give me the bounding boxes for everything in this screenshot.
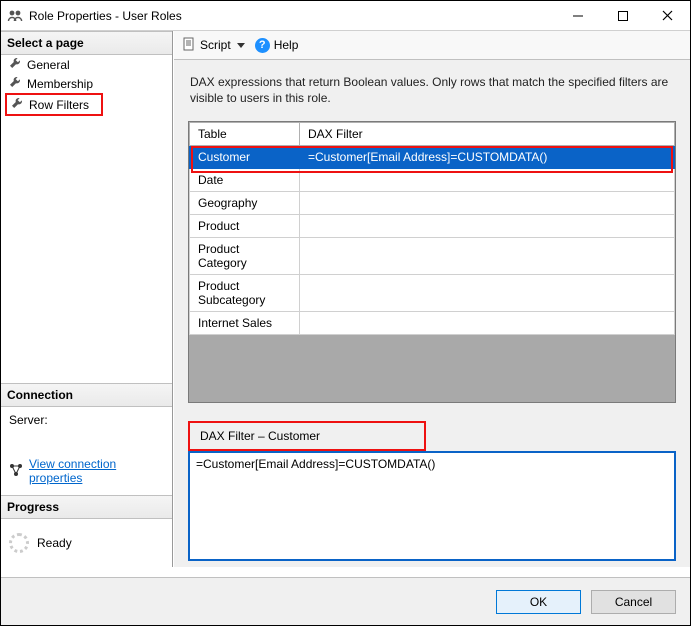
nav-membership[interactable]: Membership: [1, 74, 172, 93]
table-row[interactable]: Product Category: [190, 237, 675, 274]
cell-filter[interactable]: =Customer[Email Address]=CUSTOMDATA(): [300, 145, 675, 168]
dialog-footer: OK Cancel: [1, 577, 690, 625]
filter-label: DAX Filter – Customer: [200, 429, 320, 443]
cancel-label: Cancel: [615, 595, 652, 609]
help-label: Help: [274, 38, 299, 52]
cell-filter[interactable]: [300, 274, 675, 311]
help-icon: ?: [255, 38, 270, 53]
window-title: Role Properties - User Roles: [29, 9, 182, 23]
wrench-icon: [9, 76, 21, 91]
connection-icon: [9, 463, 23, 480]
description-text: DAX expressions that return Boolean valu…: [174, 60, 690, 114]
filter-expression-text: =Customer[Email Address]=CUSTOMDATA(): [196, 457, 435, 471]
filter-expression-input[interactable]: =Customer[Email Address]=CUSTOMDATA(): [188, 451, 676, 561]
filters-table-container: Table DAX Filter Customer=Customer[Email…: [188, 121, 676, 403]
cell-filter[interactable]: [300, 237, 675, 274]
cell-filter[interactable]: [300, 191, 675, 214]
filters-table[interactable]: Table DAX Filter Customer=Customer[Email…: [189, 122, 675, 335]
wrench-icon: [9, 57, 21, 72]
cell-table[interactable]: Date: [190, 168, 300, 191]
cancel-button[interactable]: Cancel: [591, 590, 676, 614]
wrench-icon: [11, 97, 23, 112]
close-button[interactable]: [645, 1, 690, 30]
cell-table[interactable]: Geography: [190, 191, 300, 214]
select-page-header: Select a page: [1, 31, 172, 55]
titlebar: Role Properties - User Roles: [1, 1, 690, 31]
nav-row-filters-highlight: Row Filters: [5, 93, 103, 116]
users-icon: [7, 8, 23, 24]
content-panel: Script ? Help DAX expressions that retur…: [173, 31, 690, 567]
nav-row-filters[interactable]: Row Filters: [7, 95, 97, 114]
view-connection-properties-link[interactable]: View connection properties: [9, 457, 164, 485]
table-row[interactable]: Product Subcategory: [190, 274, 675, 311]
progress-status: Ready: [37, 536, 72, 550]
cell-filter[interactable]: [300, 214, 675, 237]
nav-label: General: [27, 58, 70, 72]
nav-label: Row Filters: [29, 98, 89, 112]
cell-table[interactable]: Product: [190, 214, 300, 237]
connection-header: Connection: [1, 383, 172, 407]
help-button[interactable]: ? Help: [255, 38, 299, 53]
script-icon: [182, 37, 196, 54]
nav-general[interactable]: General: [1, 55, 172, 74]
cell-table[interactable]: Product Category: [190, 237, 300, 274]
sidebar: Select a page General Membership Row Fil…: [1, 31, 173, 567]
table-row[interactable]: Product: [190, 214, 675, 237]
table-row[interactable]: Date: [190, 168, 675, 191]
window-controls: [555, 1, 690, 30]
col-filter[interactable]: DAX Filter: [300, 122, 675, 145]
table-row[interactable]: Internet Sales: [190, 311, 675, 334]
toolbar: Script ? Help: [174, 31, 690, 60]
ok-button[interactable]: OK: [496, 590, 581, 614]
nav-label: Membership: [27, 77, 93, 91]
filter-label-highlight: DAX Filter – Customer: [188, 421, 426, 451]
cell-table[interactable]: Customer: [190, 145, 300, 168]
script-button[interactable]: Script: [182, 37, 245, 54]
link-text: View connection properties: [29, 457, 164, 485]
table-row[interactable]: Customer=Customer[Email Address]=CUSTOMD…: [190, 145, 675, 168]
table-row[interactable]: Geography: [190, 191, 675, 214]
maximize-button[interactable]: [600, 1, 645, 30]
cell-table[interactable]: Product Subcategory: [190, 274, 300, 311]
progress-header: Progress: [1, 495, 172, 519]
server-label: Server:: [9, 413, 164, 427]
cell-table[interactable]: Internet Sales: [190, 311, 300, 334]
progress-spinner-icon: [9, 533, 29, 553]
cell-filter[interactable]: [300, 311, 675, 334]
cell-filter[interactable]: [300, 168, 675, 191]
ok-label: OK: [530, 595, 547, 609]
minimize-button[interactable]: [555, 1, 600, 30]
chevron-down-icon: [237, 43, 245, 48]
script-label: Script: [200, 38, 231, 52]
col-table[interactable]: Table: [190, 122, 300, 145]
